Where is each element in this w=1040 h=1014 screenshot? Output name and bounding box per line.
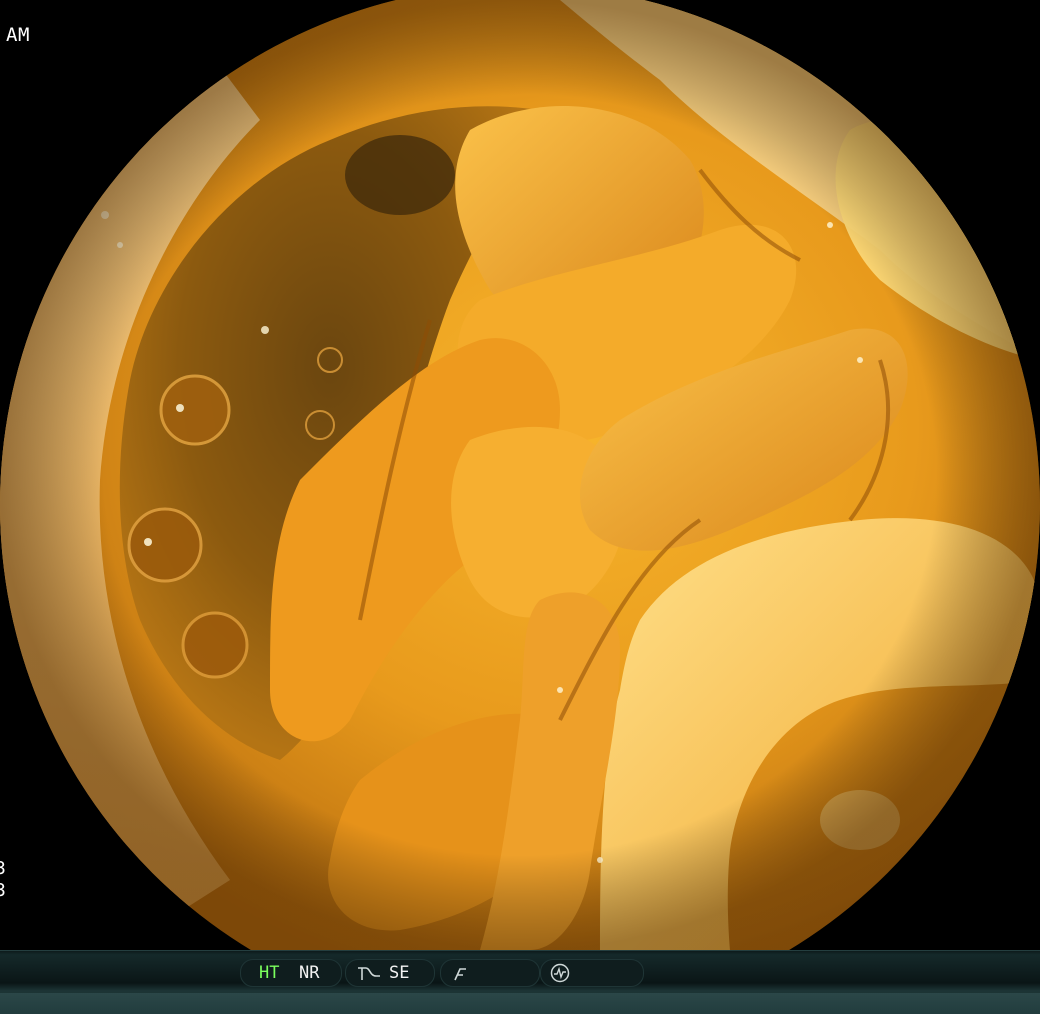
- waveform-circle-icon: [549, 962, 571, 989]
- endoscopic-image: [0, 0, 1040, 950]
- se-indicator[interactable]: SE: [345, 959, 435, 987]
- edge-mark: 3: [0, 880, 6, 901]
- corner-label: AM: [6, 24, 30, 46]
- freeze-indicator[interactable]: [440, 959, 540, 987]
- freeze-icon: [451, 963, 471, 988]
- ht-nr-indicator[interactable]: HT NR: [240, 959, 342, 987]
- processor-status-bar: HT NR SE: [0, 950, 1040, 1014]
- scope-indicator[interactable]: [540, 959, 644, 987]
- ht-indicator: HT: [259, 963, 280, 983]
- edge-mark: 3: [0, 858, 6, 879]
- tone-curve-icon: [356, 964, 382, 987]
- edge-marks: 3 3: [0, 858, 6, 902]
- endoscope-monitor: AM 3 3 HT NR SE: [0, 0, 1040, 1014]
- status-bar-lower-strip: [0, 993, 1040, 1014]
- se-label: SE: [389, 963, 410, 983]
- nr-indicator: NR: [299, 963, 320, 983]
